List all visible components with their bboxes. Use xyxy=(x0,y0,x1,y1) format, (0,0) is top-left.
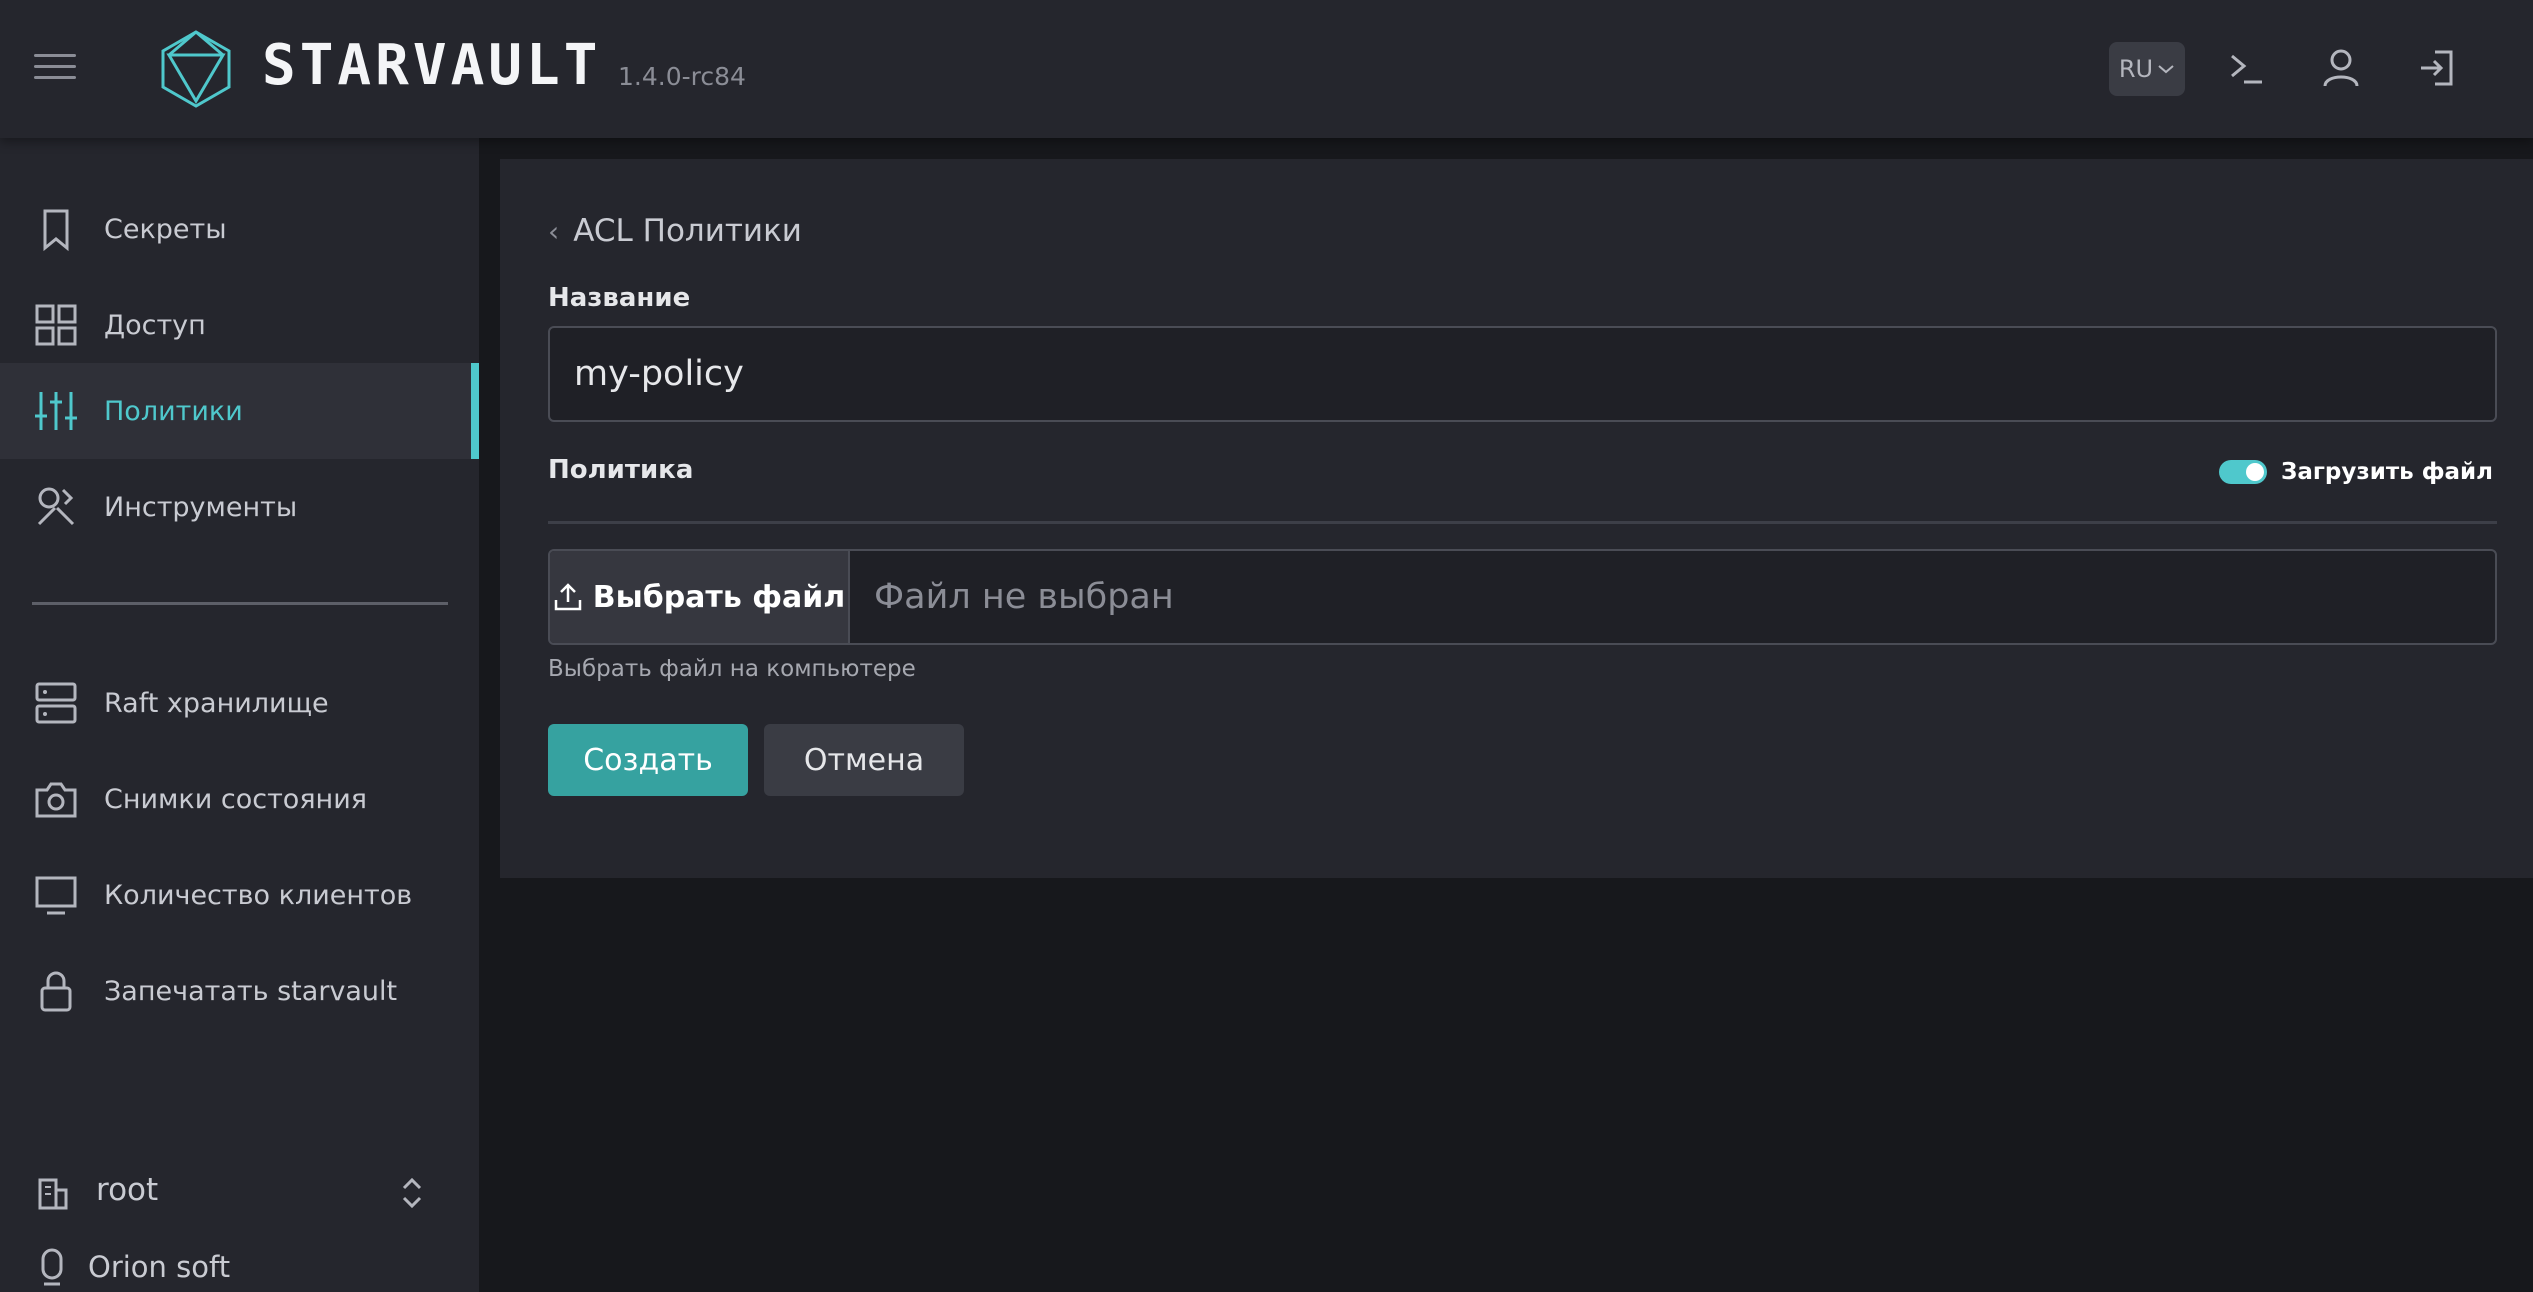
policy-name-input[interactable] xyxy=(548,326,2497,422)
language-value: RU xyxy=(2118,55,2154,83)
namespace-selector[interactable]: root xyxy=(0,1158,479,1228)
cancel-button[interactable]: Отмена xyxy=(764,724,964,796)
sidebar-item-label: Инструменты xyxy=(104,491,298,523)
organization-footer: Orion soft xyxy=(0,1242,479,1292)
version-label: 1.4.0-rc84 xyxy=(618,62,746,91)
sidebar-item-policies[interactable]: Политики xyxy=(0,363,479,459)
sidebar-item-seal[interactable]: Запечатать starvault xyxy=(0,943,479,1039)
name-field-label: Название xyxy=(548,283,691,313)
orion-logo-icon xyxy=(41,1248,63,1286)
sidebar-item-label: Секреты xyxy=(104,213,227,245)
chevron-up-down-icon xyxy=(402,1177,422,1209)
server-icon xyxy=(35,682,77,724)
policy-divider xyxy=(548,521,2497,524)
sidebar-item-raft-storage[interactable]: Raft хранилище xyxy=(0,655,479,751)
tools-icon xyxy=(37,487,75,526)
grid-icon xyxy=(35,304,77,346)
organization-label: Orion soft xyxy=(88,1250,231,1284)
sidebar-item-snapshots[interactable]: Снимки состояния xyxy=(0,751,479,847)
terminal-icon[interactable] xyxy=(2224,46,2268,90)
sidebar-item-client-count[interactable]: Количество клиентов xyxy=(0,847,479,943)
sidebar-divider xyxy=(32,602,448,605)
create-button[interactable]: Создать xyxy=(548,724,748,796)
lock-icon xyxy=(40,971,72,1012)
choose-file-label: Выбрать файл xyxy=(592,579,846,615)
file-status-text: Файл не выбран xyxy=(874,577,1174,617)
breadcrumb-label: ACL Политики xyxy=(573,213,802,249)
policy-form-panel: ‹ ACL Политики Название Политика Загрузи… xyxy=(500,159,2533,878)
monitor-icon xyxy=(35,876,77,915)
sidebar-item-label: Доступ xyxy=(104,309,206,341)
logo-text: STARVAULT xyxy=(262,33,602,98)
logo-icon xyxy=(161,30,231,108)
user-icon[interactable] xyxy=(2319,46,2363,90)
language-select[interactable]: RU xyxy=(2109,42,2185,96)
file-input-group: Выбрать файл Файл не выбран xyxy=(548,549,2497,645)
sidebar-item-label: Количество клиентов xyxy=(104,879,413,911)
policy-field-label: Политика xyxy=(548,455,694,485)
menu-icon[interactable] xyxy=(34,54,76,84)
sidebar-item-label: Запечатать starvault xyxy=(104,975,398,1007)
chevron-left-icon: ‹ xyxy=(548,214,560,248)
upload-file-toggle[interactable]: Загрузить файл xyxy=(2219,455,2493,489)
logout-icon[interactable] xyxy=(2415,46,2459,90)
top-header: STARVAULT 1.4.0-rc84 RU xyxy=(0,0,2533,138)
bookmark-icon xyxy=(43,209,69,252)
sidebar-item-access[interactable]: Доступ xyxy=(0,277,479,373)
file-helper-text: Выбрать файл на компьютере xyxy=(548,656,916,682)
upload-file-toggle-label: Загрузить файл xyxy=(2281,459,2493,485)
chevron-down-icon xyxy=(2158,65,2174,74)
sidebar-item-tools[interactable]: Инструменты xyxy=(0,459,479,555)
sidebar: Секреты Доступ Политики Инструменты Raft… xyxy=(0,138,479,1292)
sidebar-item-secrets[interactable]: Секреты xyxy=(0,181,479,277)
camera-icon xyxy=(35,782,77,818)
sidebar-item-label: Raft хранилище xyxy=(104,687,329,719)
sidebar-item-label: Политики xyxy=(104,395,243,427)
toggle-switch[interactable] xyxy=(2219,460,2267,484)
building-icon xyxy=(38,1178,68,1210)
namespace-label: root xyxy=(96,1172,159,1208)
upload-icon xyxy=(554,583,582,611)
sliders-icon xyxy=(35,392,77,430)
breadcrumb-back-link[interactable]: ‹ ACL Политики xyxy=(548,209,802,253)
sidebar-item-label: Снимки состояния xyxy=(104,783,367,815)
choose-file-button[interactable]: Выбрать файл xyxy=(550,551,850,643)
